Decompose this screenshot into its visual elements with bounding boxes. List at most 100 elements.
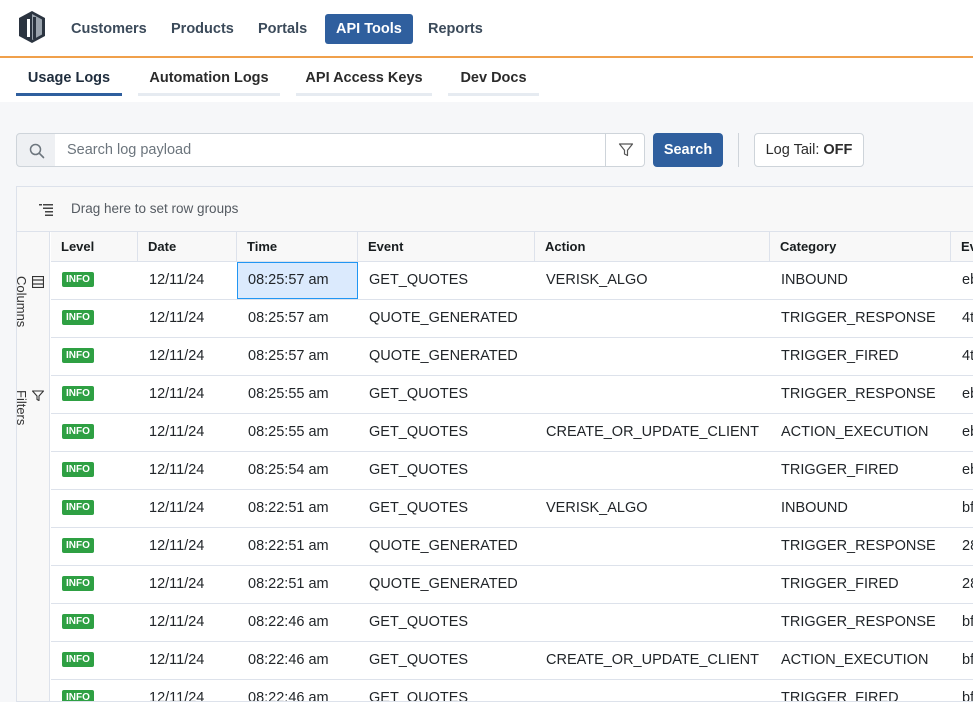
cell-level[interactable]: INFO xyxy=(51,528,138,565)
nav-customers[interactable]: Customers xyxy=(60,14,158,44)
cell-event[interactable]: GET_QUOTES xyxy=(358,680,535,701)
table-row[interactable]: INFO 12/11/24 08:25:57 am QUOTE_GENERATED TR… xyxy=(51,338,973,376)
column-header-action[interactable]: Action xyxy=(535,232,770,262)
cell-date[interactable]: 12/11/24 xyxy=(138,528,237,565)
cell-event-id[interactable]: bf xyxy=(951,490,973,527)
cell-category[interactable]: TRIGGER_FIRED xyxy=(770,680,951,701)
cell-event[interactable]: QUOTE_GENERATED xyxy=(358,338,535,375)
row-group-panel[interactable]: Drag here to set row groups xyxy=(17,187,973,232)
cell-time[interactable]: 08:22:46 am xyxy=(237,642,358,679)
cell-category[interactable]: ACTION_EXECUTION xyxy=(770,642,951,679)
cell-time[interactable]: 08:25:55 am xyxy=(237,376,358,413)
cell-action[interactable] xyxy=(535,604,770,641)
table-row[interactable]: INFO 12/11/24 08:22:46 am GET_QUOTES CREATE_… xyxy=(51,642,973,680)
cell-event[interactable]: GET_QUOTES xyxy=(358,642,535,679)
cell-time[interactable]: 08:22:51 am xyxy=(237,528,358,565)
cell-action[interactable] xyxy=(535,300,770,337)
filters-tool-tab[interactable]: Filters xyxy=(17,390,44,425)
cell-event-id[interactable]: eb xyxy=(951,376,973,413)
cell-event[interactable]: GET_QUOTES xyxy=(358,262,535,299)
cell-category[interactable]: TRIGGER_RESPONSE xyxy=(770,604,951,641)
cell-category[interactable]: INBOUND xyxy=(770,262,951,299)
cell-action[interactable]: CREATE_OR_UPDATE_CLIENT xyxy=(535,414,770,451)
cell-level[interactable]: INFO xyxy=(51,566,138,603)
cell-date[interactable]: 12/11/24 xyxy=(138,642,237,679)
cell-category[interactable]: INBOUND xyxy=(770,490,951,527)
column-header-category[interactable]: Category xyxy=(770,232,951,262)
cell-time[interactable]: 08:22:51 am xyxy=(237,566,358,603)
cell-event[interactable]: GET_QUOTES xyxy=(358,604,535,641)
column-header-level[interactable]: Level xyxy=(51,232,138,262)
cell-level[interactable]: INFO xyxy=(51,604,138,641)
cell-event[interactable]: QUOTE_GENERATED xyxy=(358,566,535,603)
cell-time[interactable]: 08:25:57 am xyxy=(237,300,358,337)
cell-event-id[interactable]: 28 xyxy=(951,566,973,603)
cell-action[interactable] xyxy=(535,376,770,413)
cell-date[interactable]: 12/11/24 xyxy=(138,300,237,337)
nav-reports[interactable]: Reports xyxy=(417,14,494,44)
cell-date[interactable]: 12/11/24 xyxy=(138,262,237,299)
log-tail-toggle[interactable]: Log Tail: OFF xyxy=(754,133,864,167)
column-header-date[interactable]: Date xyxy=(138,232,237,262)
cell-time[interactable]: 08:22:46 am xyxy=(237,680,358,701)
table-row[interactable]: INFO 12/11/24 08:22:51 am QUOTE_GENERATED TR… xyxy=(51,566,973,604)
cell-event-id[interactable]: bf xyxy=(951,680,973,701)
tab-automation-logs[interactable]: Automation Logs xyxy=(138,64,280,96)
cell-time[interactable]: 08:25:57 am xyxy=(237,262,358,299)
cell-event-id[interactable]: 4t xyxy=(951,300,973,337)
cell-action[interactable] xyxy=(535,528,770,565)
cell-event-id[interactable]: eb xyxy=(951,262,973,299)
nav-api-tools[interactable]: API Tools xyxy=(325,14,413,44)
column-header-event[interactable]: Event xyxy=(358,232,535,262)
cell-category[interactable]: TRIGGER_RESPONSE xyxy=(770,300,951,337)
cell-event[interactable]: GET_QUOTES xyxy=(358,376,535,413)
cell-category[interactable]: TRIGGER_FIRED xyxy=(770,566,951,603)
table-row[interactable]: INFO 12/11/24 08:25:55 am GET_QUOTES CREATE_… xyxy=(51,414,973,452)
cell-date[interactable]: 12/11/24 xyxy=(138,490,237,527)
tab-dev-docs[interactable]: Dev Docs xyxy=(448,64,539,96)
cell-level[interactable]: INFO xyxy=(51,490,138,527)
cell-date[interactable]: 12/11/24 xyxy=(138,680,237,701)
cell-event-id[interactable]: bf xyxy=(951,604,973,641)
table-row[interactable]: INFO 12/11/24 08:25:57 am QUOTE_GENERATED TR… xyxy=(51,300,973,338)
cell-time[interactable]: 08:25:55 am xyxy=(237,414,358,451)
column-header-time[interactable]: Time xyxy=(237,232,358,262)
cell-level[interactable]: INFO xyxy=(51,414,138,451)
cell-event[interactable]: QUOTE_GENERATED xyxy=(358,528,535,565)
cell-event-id[interactable]: 28 xyxy=(951,528,973,565)
cell-date[interactable]: 12/11/24 xyxy=(138,376,237,413)
cell-event[interactable]: GET_QUOTES xyxy=(358,452,535,489)
cell-level[interactable]: INFO xyxy=(51,300,138,337)
cell-level[interactable]: INFO xyxy=(51,376,138,413)
cell-event-id[interactable]: eb xyxy=(951,452,973,489)
search-button[interactable]: Search xyxy=(653,133,723,167)
cell-category[interactable]: TRIGGER_RESPONSE xyxy=(770,376,951,413)
cell-time[interactable]: 08:22:51 am xyxy=(237,490,358,527)
cell-action[interactable]: CREATE_OR_UPDATE_CLIENT xyxy=(535,642,770,679)
cell-category[interactable]: TRIGGER_RESPONSE xyxy=(770,528,951,565)
table-row[interactable]: INFO 12/11/24 08:25:55 am GET_QUOTES TRIGGER… xyxy=(51,376,973,414)
cell-date[interactable]: 12/11/24 xyxy=(138,566,237,603)
cell-date[interactable]: 12/11/24 xyxy=(138,414,237,451)
cell-time[interactable]: 08:25:57 am xyxy=(237,338,358,375)
table-row[interactable]: INFO 12/11/24 08:22:51 am QUOTE_GENERATED TR… xyxy=(51,528,973,566)
cell-action[interactable] xyxy=(535,566,770,603)
cell-action[interactable] xyxy=(535,452,770,489)
column-header-event-id[interactable]: Ev xyxy=(951,232,973,262)
table-row[interactable]: INFO 12/11/24 08:25:57 am GET_QUOTES VERISK_… xyxy=(51,262,973,300)
cell-event[interactable]: QUOTE_GENERATED xyxy=(358,300,535,337)
columns-tool-tab[interactable]: Columns xyxy=(17,276,44,327)
table-row[interactable]: INFO 12/11/24 08:25:54 am GET_QUOTES TRIGGER… xyxy=(51,452,973,490)
nav-portals[interactable]: Portals xyxy=(247,14,318,44)
cell-action[interactable]: VERISK_ALGO xyxy=(535,490,770,527)
cell-date[interactable]: 12/11/24 xyxy=(138,452,237,489)
cell-action[interactable] xyxy=(535,680,770,701)
cell-level[interactable]: INFO xyxy=(51,452,138,489)
cell-date[interactable]: 12/11/24 xyxy=(138,604,237,641)
cell-level[interactable]: INFO xyxy=(51,642,138,679)
cell-level[interactable]: INFO xyxy=(51,680,138,701)
cell-date[interactable]: 12/11/24 xyxy=(138,338,237,375)
cell-level[interactable]: INFO xyxy=(51,262,138,299)
cell-category[interactable]: ACTION_EXECUTION xyxy=(770,414,951,451)
nav-products[interactable]: Products xyxy=(160,14,245,44)
